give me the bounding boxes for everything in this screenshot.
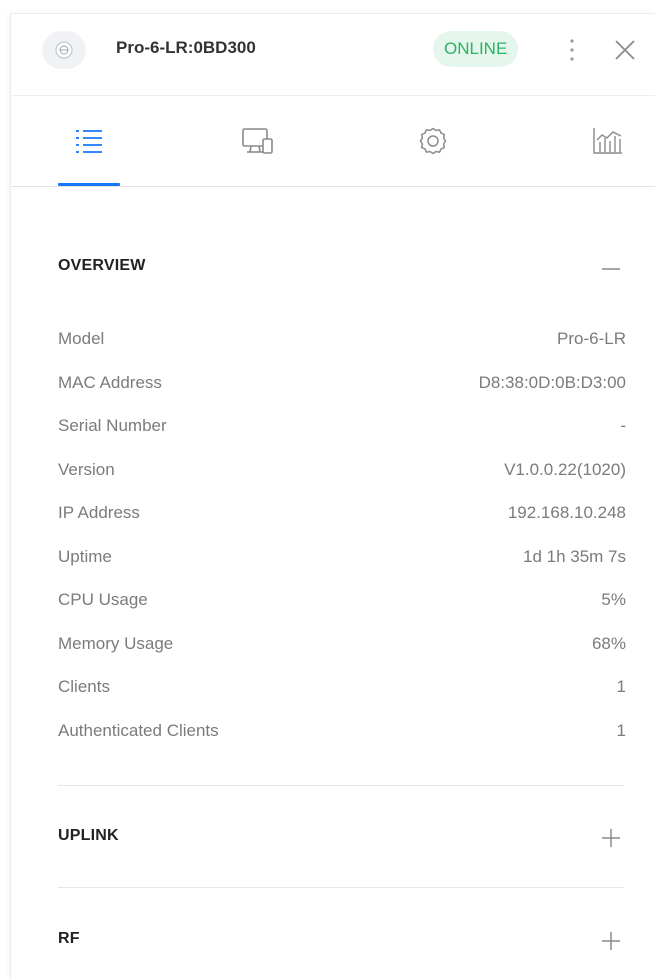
list-icon (76, 130, 102, 153)
tab-devices[interactable] (218, 96, 298, 186)
monitor-device-icon (242, 128, 273, 154)
overview-row-label: CPU Usage (58, 590, 148, 609)
uplink-expand-button[interactable] (596, 823, 626, 853)
overview-row: Memory Usage 68% (58, 632, 626, 656)
overview-row: Version V1.0.0.22(1020) (58, 458, 626, 482)
overview-row-label: Memory Usage (58, 633, 174, 653)
tab-settings[interactable] (393, 96, 473, 186)
overview-row-value: 192.168.10.248 (507, 503, 626, 522)
overview-row: MAC Address D8:38:0D:0B:D3:00 (58, 371, 626, 395)
overview-row-value: - (620, 416, 626, 435)
rf-expand-button[interactable] (596, 926, 626, 956)
access-point-icon (42, 31, 86, 69)
tab-bar (11, 96, 655, 187)
overview-row: Uptime 1d 1h 35m 7s (58, 545, 626, 569)
section-divider (58, 887, 624, 888)
section-divider (58, 785, 624, 786)
minus-icon (602, 268, 620, 270)
overview-row-value: 1d 1h 35m 7s (522, 546, 626, 566)
overview-row: IP Address 192.168.10.248 (58, 501, 626, 525)
close-button[interactable] (612, 37, 638, 63)
overview-row-label: Version (58, 459, 115, 479)
rf-section-title: RF (58, 930, 80, 947)
tab-overview[interactable] (49, 96, 129, 186)
overview-section-title: OVERVIEW (58, 257, 146, 274)
more-vertical-icon (570, 39, 574, 61)
overview-row-value: 1 (616, 677, 626, 696)
close-icon (615, 40, 635, 60)
plus-icon (602, 829, 620, 847)
overview-row: Clients 1 (58, 675, 626, 699)
overview-row-value: D8:38:0D:0B:D3:00 (478, 372, 626, 392)
bar-chart-icon (593, 128, 622, 154)
gear-icon (419, 127, 447, 155)
overview-row-value: 5% (601, 590, 626, 609)
tab-statistics[interactable] (568, 96, 648, 186)
active-tab-indicator (58, 183, 120, 186)
overview-row-label: Authenticated Clients (58, 720, 219, 740)
overview-row-value: 68% (591, 633, 626, 653)
uplink-section-title: UPLINK (58, 827, 119, 844)
overview-row: Model Pro-6-LR (58, 327, 626, 351)
overview-row-label: Clients (58, 677, 110, 696)
device-name: Pro-6-LR:0BD300 (116, 38, 256, 57)
overview-row-label: IP Address (58, 503, 140, 522)
overview-row: CPU Usage 5% (58, 588, 626, 612)
device-detail-panel: Pro-6-LR:0BD300 ONLINE OVERVIEW Model Pr… (10, 13, 655, 979)
overview-row-label: MAC Address (58, 372, 162, 392)
overview-row: Serial Number - (58, 414, 626, 438)
overview-collapse-button[interactable] (596, 254, 626, 284)
overview-row-label: Model (58, 329, 105, 348)
overview-row-value: V1.0.0.22(1020) (504, 459, 626, 479)
overview-row-label: Uptime (58, 546, 112, 566)
more-options-button[interactable] (560, 34, 584, 66)
plus-icon (602, 932, 620, 950)
overview-row-value: Pro-6-LR (557, 329, 626, 348)
overview-row-value: 1 (616, 720, 626, 740)
status-badge: ONLINE (433, 31, 519, 67)
panel-header: Pro-6-LR:0BD300 ONLINE (11, 14, 655, 96)
overview-row-label: Serial Number (58, 416, 167, 435)
overview-row: Authenticated Clients 1 (58, 719, 626, 743)
